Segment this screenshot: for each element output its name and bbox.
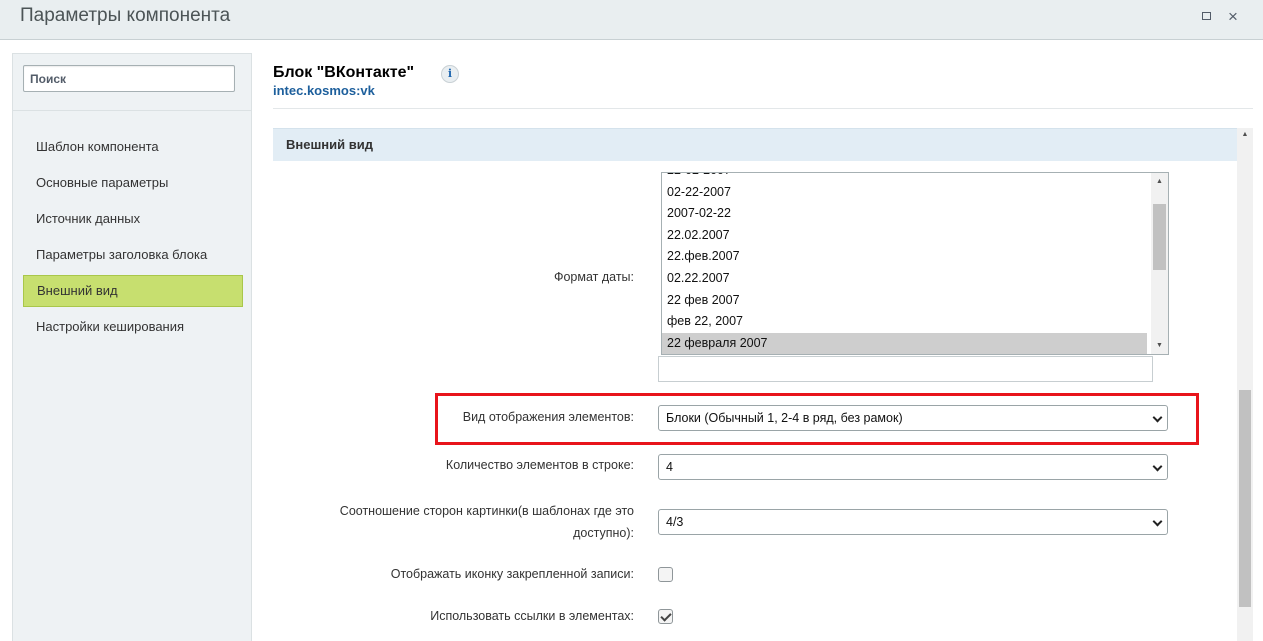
sidebar-item-main-params[interactable]: Основные параметры (23, 167, 243, 199)
list-item[interactable]: 02.22.2007 (662, 268, 1147, 290)
sidebar-item-caching[interactable]: Настройки кеширования (23, 311, 243, 343)
items-per-row-value: 4 (666, 460, 673, 474)
sidebar-item-data-source[interactable]: Источник данных (23, 203, 243, 235)
list-item[interactable]: 2007-02-22 (662, 203, 1147, 225)
scroll-down-icon[interactable]: ▼ (1151, 337, 1168, 354)
sidebar-divider (13, 110, 251, 111)
list-item[interactable]: 22.02.2007 (662, 225, 1147, 247)
sidebar-item-template[interactable]: Шаблон компонента (23, 131, 243, 163)
aspect-ratio-label: Соотношение сторон картинки(в шаблонах г… (340, 500, 634, 544)
component-id: intec.kosmos:vk (273, 83, 375, 98)
pinned-icon-label: Отображать иконку закрепленной записи: (390, 567, 634, 581)
date-format-custom-input[interactable] (658, 356, 1153, 382)
header-divider (273, 108, 1253, 109)
date-format-label: Формат даты: (553, 270, 634, 284)
sidebar-item-appearance[interactable]: Внешний вид (23, 275, 243, 307)
list-item[interactable]: 22-02-2007 (662, 173, 1147, 182)
use-links-label: Использовать ссылки в элементах: (430, 609, 634, 623)
scroll-up-icon[interactable]: ▲ (1237, 128, 1253, 144)
date-format-listbox[interactable]: 22-02-2007 02-22-2007 2007-02-22 22.02.2… (661, 172, 1169, 355)
window-titlebar: Параметры компонента × (0, 0, 1263, 40)
listbox-scrollbar[interactable]: ▲ ▼ (1151, 173, 1168, 354)
dialog-content: Шаблон компонента Основные параметры Ист… (0, 40, 1263, 641)
main-scrollbar[interactable]: ▲ (1237, 128, 1253, 641)
close-button[interactable]: × (1224, 8, 1242, 26)
list-item[interactable]: 22 фев 2007 (662, 290, 1147, 312)
chevron-down-icon (1152, 461, 1163, 472)
chevron-down-icon (1152, 516, 1163, 527)
aspect-ratio-label-line1: Соотношение сторон картинки(в шаблонах г… (339, 504, 634, 518)
aspect-ratio-label-line2: доступно): (573, 526, 634, 540)
pinned-icon-checkbox[interactable] (658, 567, 673, 582)
sidebar-item-header-params[interactable]: Параметры заголовка блока (23, 239, 243, 271)
info-icon[interactable]: i (441, 65, 459, 83)
list-item-selected[interactable]: 22 февраля 2007 (662, 332, 1147, 354)
component-title: Блок "ВКонтакте" (273, 64, 415, 81)
highlight-frame (435, 393, 1199, 445)
aspect-ratio-value: 4/3 (666, 515, 684, 529)
scroll-thumb[interactable] (1239, 390, 1251, 607)
section-header: Внешний вид (273, 128, 1237, 161)
maximize-button[interactable] (1197, 8, 1215, 26)
list-item[interactable]: 02-22-2007 (662, 182, 1147, 204)
list-item[interactable]: фев 22, 2007 (662, 311, 1147, 333)
use-links-checkbox[interactable] (658, 609, 673, 624)
search-input[interactable] (23, 65, 235, 92)
items-per-row-select[interactable]: 4 (658, 454, 1168, 480)
scroll-thumb[interactable] (1153, 204, 1166, 270)
maximize-icon (1201, 12, 1211, 21)
aspect-ratio-select[interactable]: 4/3 (658, 509, 1168, 535)
list-item[interactable]: 22.фев.2007 (662, 246, 1147, 268)
window-title: Параметры компонента (20, 5, 231, 26)
scroll-up-icon[interactable]: ▲ (1151, 173, 1168, 190)
sidebar: Шаблон компонента Основные параметры Ист… (12, 53, 252, 641)
section-title: Внешний вид (286, 137, 373, 152)
items-per-row-label: Количество элементов в строке: (445, 458, 634, 472)
